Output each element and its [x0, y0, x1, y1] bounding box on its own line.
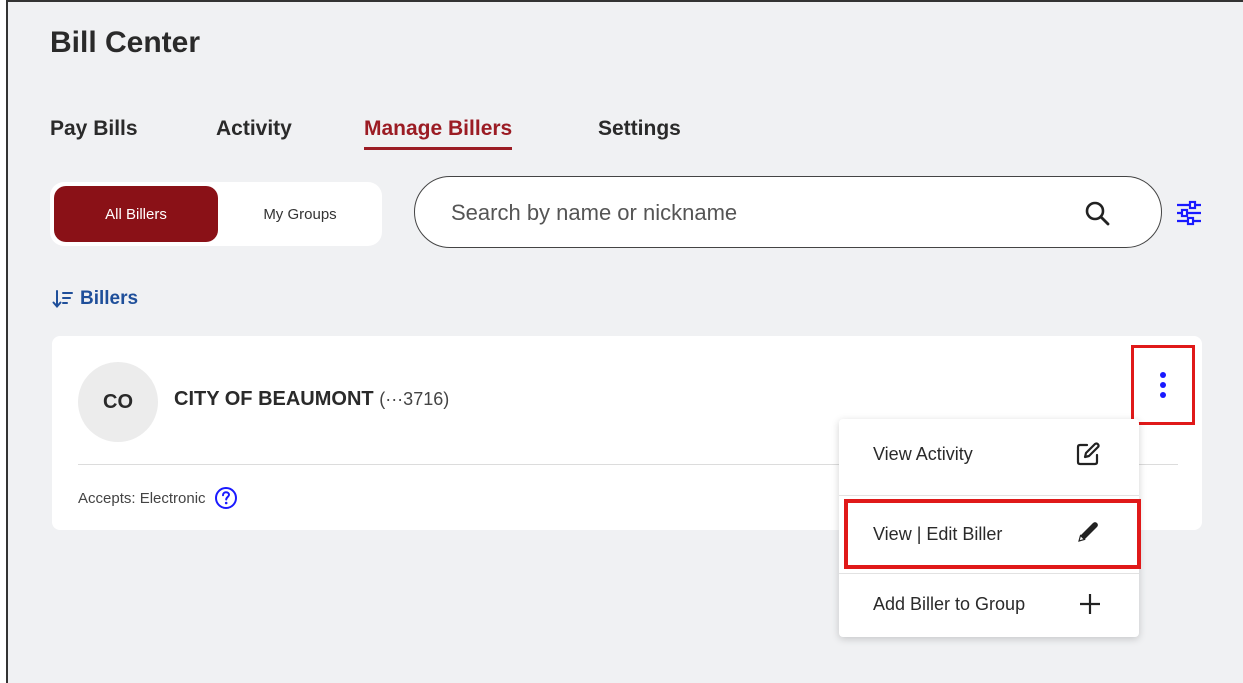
app-frame: Bill Center Pay Bills Activity Manage Bi…	[6, 0, 1243, 683]
menu-divider	[839, 495, 1139, 496]
all-billers-button[interactable]: All Billers	[54, 186, 218, 242]
menu-item-label: Add Biller to Group	[873, 593, 1026, 614]
biller-name: CITY OF BEAUMONT	[174, 388, 374, 410]
search-box	[414, 176, 1162, 248]
help-icon[interactable]	[214, 486, 238, 510]
accepts-text: Accepts: Electronic	[78, 489, 206, 507]
tab-pay-bills[interactable]: Pay Bills	[50, 117, 138, 141]
menu-item-label: View | Edit Biller	[873, 523, 1003, 544]
menu-item-view-edit-biller[interactable]: View | Edit Biller	[839, 503, 1139, 565]
sort-icon	[52, 290, 73, 309]
menu-item-add-to-group[interactable]: Add Biller to Group	[839, 573, 1139, 635]
biller-name-row: CITY OF BEAUMONT (···3716)	[174, 388, 449, 411]
search-icon[interactable]	[1083, 199, 1111, 227]
accepts-row: Accepts: Electronic	[78, 486, 238, 510]
tab-activity[interactable]: Activity	[216, 117, 292, 141]
edit-square-icon	[1076, 442, 1100, 466]
menu-item-label: View Activity	[873, 443, 973, 464]
more-options-button[interactable]	[1131, 345, 1195, 425]
sort-billers-button[interactable]: Billers	[52, 288, 138, 310]
biller-view-toggle: All Billers My Groups	[50, 182, 382, 246]
search-input[interactable]	[451, 193, 1051, 233]
tab-settings[interactable]: Settings	[598, 117, 681, 141]
my-groups-button[interactable]: My Groups	[218, 186, 382, 242]
pencil-icon	[1078, 522, 1098, 542]
kebab-menu-icon	[1160, 372, 1166, 398]
filter-sliders-icon[interactable]	[1174, 198, 1204, 228]
plus-icon	[1080, 594, 1100, 614]
menu-item-view-activity[interactable]: View Activity	[839, 423, 1139, 485]
biller-actions-menu: View Activity View | Edit Biller Add Bil…	[839, 419, 1139, 637]
biller-account: (···3716)	[379, 389, 450, 409]
tab-manage-billers[interactable]: Manage Billers	[364, 117, 513, 150]
page-title: Bill Center	[50, 26, 201, 59]
biller-avatar: CO	[78, 362, 158, 442]
sort-label: Billers	[80, 288, 139, 309]
